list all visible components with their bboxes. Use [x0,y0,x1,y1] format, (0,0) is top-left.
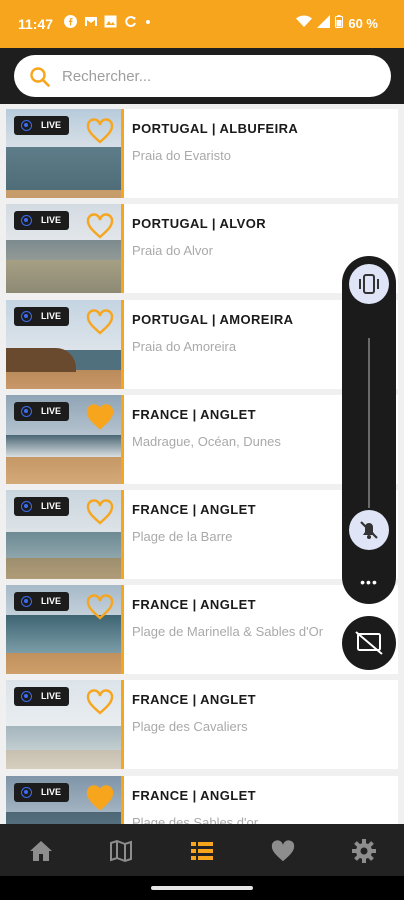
webcam-subtitle: Plage des Sables d'or [132,815,259,824]
favorite-heart-icon[interactable] [86,594,114,620]
home-icon[interactable] [28,838,54,864]
webcam-card[interactable]: LIVE FRANCE | ANGLET Plage de la Barre [6,490,398,579]
volume-slider[interactable] [368,338,370,508]
favorite-heart-icon[interactable] [86,213,114,239]
search-icon [29,66,51,88]
cast-off-icon[interactable] [342,616,396,670]
live-dot-icon [21,596,32,607]
image-icon [104,15,117,28]
live-label: LIVE [41,406,62,416]
dot-icon [144,15,157,28]
search-bar[interactable] [14,55,391,97]
live-label: LIVE [41,787,62,797]
live-badge: LIVE [14,592,69,611]
live-label: LIVE [41,501,62,511]
accent-bar [121,109,124,198]
webcam-title: PORTUGAL | AMOREIRA [132,312,294,327]
gear-icon[interactable] [351,838,377,864]
volume-panel[interactable]: ••• [342,256,396,604]
status-time: 11:47 [18,16,54,32]
live-badge: LIVE [14,307,69,326]
favorite-heart-icon[interactable] [86,499,114,525]
live-dot-icon [21,787,32,798]
live-badge: LIVE [14,497,69,516]
mute-icon[interactable] [349,510,389,550]
more-options-icon[interactable]: ••• [342,574,396,590]
webcam-title: FRANCE | ANGLET [132,597,256,612]
live-badge: LIVE [14,783,69,802]
live-label: LIVE [41,596,62,606]
battery-percent: 60 % [348,15,378,31]
list-icon[interactable] [189,838,215,864]
accent-bar [121,680,124,769]
search-input[interactable] [62,55,372,97]
webcam-card[interactable]: LIVE FRANCE | ANGLET Plage des Sables d'… [6,776,398,824]
vibrate-icon[interactable] [349,264,389,304]
webcam-card[interactable]: LIVE PORTUGAL | ALVOR Praia do Alvor [6,204,398,293]
webcam-card[interactable]: LIVE FRANCE | ANGLET Plage des Cavaliers [6,680,398,769]
webcam-subtitle: Praia do Evaristo [132,148,231,163]
live-dot-icon [21,691,32,702]
webcam-title: FRANCE | ANGLET [132,407,256,422]
favorite-heart-filled-icon[interactable] [86,785,114,811]
webcam-subtitle: Plage de Marinella & Sables d'Or [132,624,324,639]
gmail-icon [84,15,97,28]
accent-bar [121,300,124,389]
map-icon[interactable] [108,838,134,864]
webcam-title: FRANCE | ANGLET [132,502,256,517]
favorite-heart-icon[interactable] [86,309,114,335]
bottom-navigation [0,824,404,876]
favorite-heart-icon[interactable] [86,689,114,715]
facebook-icon [64,15,77,28]
live-dot-icon [21,311,32,322]
favorite-heart-filled-icon[interactable] [86,404,114,430]
live-label: LIVE [41,215,62,225]
webcam-subtitle: Plage de la Barre [132,529,233,544]
live-dot-icon [21,120,32,131]
heart-icon[interactable] [270,838,296,864]
wifi-icon [296,15,313,31]
accent-bar [121,776,124,824]
webcam-title: FRANCE | ANGLET [132,788,256,803]
live-dot-icon [21,406,32,417]
status-right: 60 % [296,15,378,31]
signal-icon [317,15,331,31]
webcam-subtitle: Praia do Alvor [132,243,213,258]
favorite-heart-icon[interactable] [86,118,114,144]
webcam-title: PORTUGAL | ALBUFEIRA [132,121,299,136]
accent-bar [121,490,124,579]
notification-icons [64,15,157,28]
accent-bar [121,395,124,484]
live-label: LIVE [41,311,62,321]
search-bar-container [0,48,404,104]
live-label: LIVE [41,120,62,130]
webcam-card[interactable]: LIVE PORTUGAL | AMOREIRA Praia do Amorei… [6,300,398,389]
home-gesture-bar[interactable] [151,886,253,890]
live-label: LIVE [41,691,62,701]
live-badge: LIVE [14,211,69,230]
battery-icon [335,15,344,31]
live-badge: LIVE [14,687,69,706]
accent-bar [121,204,124,293]
live-dot-icon [21,501,32,512]
live-badge: LIVE [14,116,69,135]
webcam-subtitle: Plage des Cavaliers [132,719,248,734]
live-dot-icon [21,215,32,226]
webcam-card[interactable]: LIVE FRANCE | ANGLET Plage de Marinella … [6,585,398,674]
webcam-subtitle: Madrague, Océan, Dunes [132,434,281,449]
webcam-title: PORTUGAL | ALVOR [132,216,267,231]
gesture-bar-area [0,876,404,900]
webcam-subtitle: Praia do Amoreira [132,339,237,354]
live-badge: LIVE [14,402,69,421]
webcam-card[interactable]: LIVE FRANCE | ANGLET Madrague, Océan, Du… [6,395,398,484]
sync-icon [124,15,137,28]
webcam-title: FRANCE | ANGLET [132,692,256,707]
webcam-card[interactable]: LIVE PORTUGAL | ALBUFEIRA Praia do Evari… [6,109,398,198]
accent-bar [121,585,124,674]
status-bar: 11:47 60 % [0,0,404,48]
